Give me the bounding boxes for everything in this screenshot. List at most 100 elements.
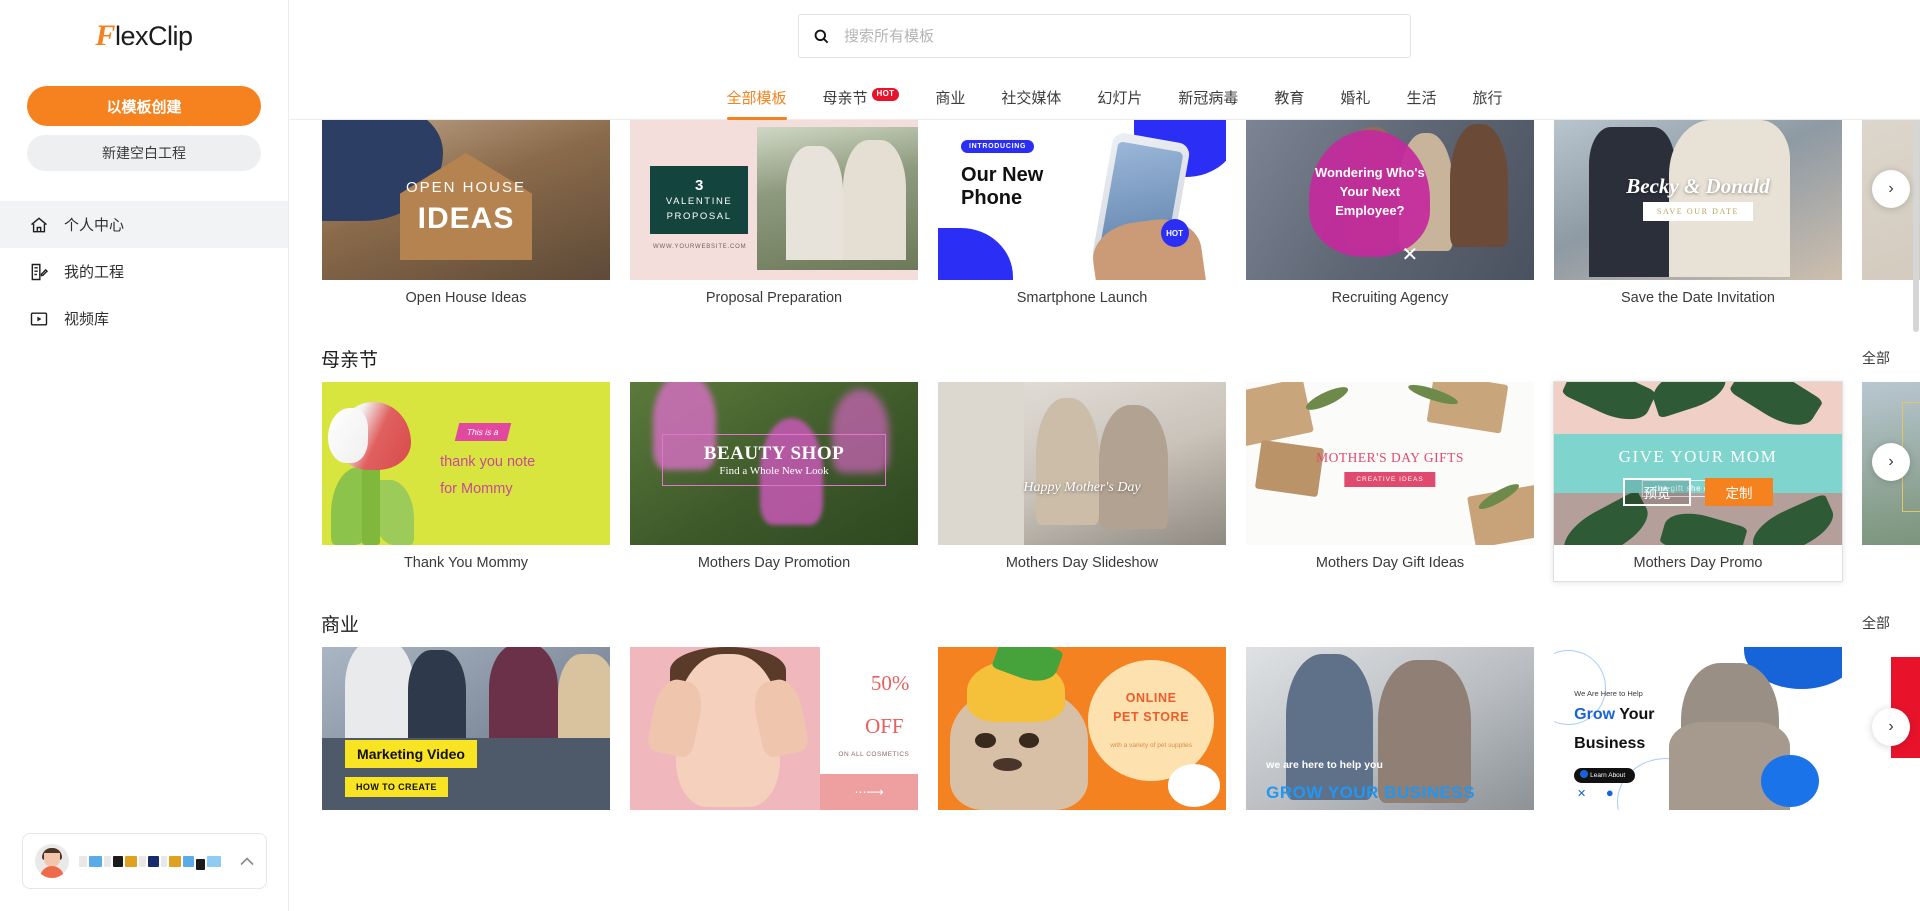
- template-thumbnail: Becky & Donald SAVE OUR DATE: [1554, 120, 1842, 280]
- template-thumbnail: Happy Mother's Day: [938, 382, 1226, 545]
- template-thumbnail: We Are Here to Help Grow Your Business L…: [1554, 647, 1842, 810]
- thumb-line-2: Phone: [961, 187, 1023, 210]
- section-header: 母亲节 全部: [289, 335, 1920, 381]
- sidebar-item-label: 我的工程: [64, 264, 125, 281]
- close-icon: ✕: [1577, 788, 1587, 801]
- template-card[interactable]: 50% OFF ON ALL COSMETICS ⋯⟶: [629, 646, 919, 847]
- template-card[interactable]: OPEN HOUSE IDEAS Open House Ideas: [321, 120, 611, 317]
- template-card-partial[interactable]: [1861, 120, 1920, 317]
- template-card[interactable]: INTRODUCING Our New Phone HOT Smartphone …: [937, 120, 1227, 317]
- thumb-line-1: MOTHER'S DAY GIFTS: [1316, 450, 1464, 466]
- preview-button[interactable]: 预览: [1623, 477, 1691, 506]
- template-caption: Save the Date Invitation: [1621, 290, 1775, 306]
- tab-label: 教育: [1274, 90, 1305, 107]
- template-thumbnail: GIVE YOUR MOM the gift she deserves 预览 定…: [1554, 382, 1842, 545]
- tab-mothers-day[interactable]: 母亲节 HOT: [805, 87, 918, 119]
- tab-label: 新冠病毒: [1178, 90, 1239, 107]
- close-icon: ✕: [1779, 676, 1791, 692]
- template-card[interactable]: We Are Here to Help Grow Your Business L…: [1553, 646, 1843, 847]
- template-card[interactable]: Wondering Who's Your Next Employee? ✕ Re…: [1245, 120, 1535, 317]
- tab-covid[interactable]: 新冠病毒: [1160, 87, 1256, 119]
- logo[interactable]: FlexClip: [0, 0, 288, 72]
- tab-business[interactable]: 商业: [917, 87, 983, 119]
- thumb-line-2: Find a Whole New Look: [719, 465, 829, 478]
- template-thumbnail: INTRODUCING Our New Phone HOT: [938, 120, 1226, 280]
- see-all-link[interactable]: 全部: [1862, 348, 1890, 368]
- video-library-icon: [28, 308, 50, 330]
- tab-label: 商业: [935, 90, 966, 107]
- template-thumbnail: BEAUTY SHOP Find a Whole New Look: [630, 382, 918, 545]
- template-card[interactable]: Marketing Video HOW TO CREATE: [321, 646, 611, 847]
- tab-label: 幻灯片: [1097, 90, 1143, 107]
- username-redacted: [79, 853, 230, 870]
- tab-slideshow[interactable]: 幻灯片: [1079, 87, 1160, 119]
- template-card[interactable]: Becky & Donald SAVE OUR DATE Save the Da…: [1553, 120, 1843, 317]
- template-caption: Thank You Mommy: [403, 555, 529, 571]
- tab-life[interactable]: 生活: [1388, 87, 1454, 119]
- template-caption: Mothers Day Gift Ideas: [1315, 555, 1465, 571]
- scroll-next-button-row-2[interactable]: ›: [1872, 443, 1910, 481]
- thumb-line-2b: Your: [1615, 705, 1655, 723]
- template-card[interactable]: 3 VALENTINE PROPOSAL WWW.YOURWEBSITE.COM…: [629, 120, 919, 317]
- tab-label: 生活: [1406, 90, 1437, 107]
- thumb-line-1: VALENTINE: [665, 195, 733, 207]
- thumb-line-1: We Are Here to Help: [1574, 689, 1643, 699]
- logo-mark: F: [95, 19, 116, 52]
- tab-wedding[interactable]: 婚礼: [1322, 87, 1388, 119]
- scroll-next-button-row-3[interactable]: ›: [1872, 708, 1910, 746]
- search-bar[interactable]: [798, 14, 1411, 58]
- thumb-line-2: PROPOSAL: [666, 210, 732, 222]
- thumb-tag: SAVE OUR DATE: [1643, 201, 1753, 221]
- thumb-hot-badge: HOT: [1160, 219, 1189, 248]
- user-profile-card[interactable]: [22, 833, 267, 889]
- template-caption: Open House Ideas: [405, 290, 527, 306]
- section-title: 母亲节: [321, 349, 379, 371]
- template-card[interactable]: This is a thank you note for Mommy Thank…: [321, 381, 611, 582]
- tab-all-templates[interactable]: 全部模板: [709, 87, 805, 120]
- customize-button[interactable]: 定制: [1705, 477, 1773, 506]
- thumb-url: WWW.YOURWEBSITE.COM: [653, 244, 747, 251]
- template-thumbnail: This is a thank you note for Mommy: [322, 382, 610, 545]
- template-card[interactable]: ONLINE PET STORE with a variety of pet su…: [937, 646, 1227, 847]
- search-input[interactable]: [844, 27, 1396, 45]
- thumb-line-3: Business: [1574, 735, 1646, 753]
- sidebar-item-video-library[interactable]: 视频库: [0, 295, 288, 342]
- thumb-line-1: we are here to help you: [1266, 758, 1383, 771]
- projects-icon: [28, 261, 50, 283]
- main-content: 全部模板 母亲节HOT 商业 社交媒体 幻灯片 新冠病毒 教育 婚礼 生活 旅行: [289, 0, 1920, 911]
- avatar: [35, 844, 69, 878]
- thumb-tag: CREATIVE IDEAS: [1344, 471, 1436, 487]
- tab-social-media[interactable]: 社交媒体: [983, 87, 1079, 119]
- template-thumbnail: 3 VALENTINE PROPOSAL WWW.YOURWEBSITE.COM: [630, 120, 918, 280]
- template-card-hovered[interactable]: GIVE YOUR MOM the gift she deserves 预览 定…: [1553, 381, 1843, 582]
- thumb-line-2: PET STORE: [1113, 710, 1190, 725]
- template-scroll-area[interactable]: OPEN HOUSE IDEAS Open House Ideas 3 VALE…: [289, 120, 1920, 911]
- vertical-scrollbar[interactable]: [1913, 122, 1919, 332]
- thumb-line-1: thank you note: [440, 453, 536, 470]
- scroll-next-button-row-1[interactable]: ›: [1872, 170, 1910, 208]
- template-caption: [1862, 545, 1920, 581]
- template-card[interactable]: we are here to help you GROW YOUR BUSINE…: [1245, 646, 1535, 847]
- template-caption: Mothers Day Promo: [1633, 555, 1763, 571]
- arrow-right-icon: ⋯⟶: [820, 774, 918, 810]
- create-from-template-button[interactable]: 以模板创建: [27, 86, 261, 126]
- sidebar-item-my-projects[interactable]: 我的工程: [0, 248, 288, 295]
- template-card-partial[interactable]: [1861, 646, 1920, 847]
- template-caption: [322, 810, 610, 846]
- template-card-partial[interactable]: Towe: [1861, 381, 1920, 582]
- thumb-line-3: ON ALL COSMETICS: [838, 751, 910, 759]
- thumb-line-1: Becky & Donald: [1626, 174, 1770, 199]
- tab-education[interactable]: 教育: [1256, 87, 1322, 119]
- thumb-line-2: HOW TO CREATE: [345, 776, 448, 797]
- sidebar-item-personal-center[interactable]: 个人中心: [0, 201, 288, 248]
- card-row: This is a thank you note for Mommy Thank…: [289, 381, 1920, 582]
- template-card[interactable]: BEAUTY SHOP Find a Whole New Look Mother…: [629, 381, 919, 582]
- section-title: 商业: [321, 614, 360, 636]
- template-card[interactable]: MOTHER'S DAY GIFTS CREATIVE IDEAS Mother…: [1245, 381, 1535, 582]
- create-blank-project-button[interactable]: 新建空白工程: [27, 135, 261, 171]
- template-thumbnail: OPEN HOUSE IDEAS: [322, 120, 610, 280]
- tab-travel[interactable]: 旅行: [1454, 87, 1520, 119]
- template-card[interactable]: Happy Mother's Day Mothers Day Slideshow: [937, 381, 1227, 582]
- chevron-up-icon[interactable]: [240, 854, 254, 869]
- see-all-link[interactable]: 全部: [1862, 613, 1890, 633]
